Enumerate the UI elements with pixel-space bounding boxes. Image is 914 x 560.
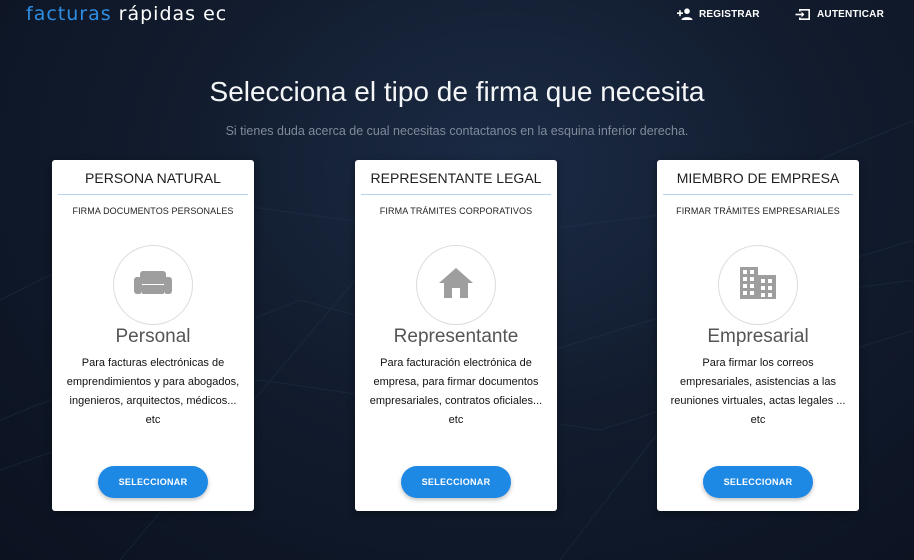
select-button-persona-natural[interactable]: SELECCIONAR bbox=[98, 466, 208, 498]
card-title: PERSONA NATURAL bbox=[58, 170, 248, 195]
page-subtitle: Si tienes duda acerca de cual necesitas … bbox=[225, 124, 689, 138]
card-icon-circle bbox=[718, 245, 798, 325]
card-subtitle: FIRMAR TRÁMITES EMPRESARIALES bbox=[676, 206, 840, 216]
brand-logo[interactable]: facturas rápidas ec bbox=[26, 3, 227, 25]
register-link[interactable]: REGISTRAR bbox=[677, 8, 760, 20]
card-description: Para firmar los correos empresariales, a… bbox=[670, 357, 846, 426]
card-title: REPRESENTANTE LEGAL bbox=[361, 170, 551, 195]
signature-card-persona-natural: PERSONA NATURAL FIRMA DOCUMENTOS PERSONA… bbox=[52, 160, 254, 511]
login-icon bbox=[795, 8, 811, 21]
sofa-icon bbox=[134, 269, 172, 302]
signature-card-miembro-empresa: MIEMBRO DE EMPRESA FIRMAR TRÁMITES EMPRE… bbox=[657, 160, 859, 511]
login-label: AUTENTICAR bbox=[817, 9, 884, 20]
card-type-label: Representante bbox=[393, 326, 519, 347]
card-icon-circle bbox=[113, 245, 193, 325]
page-title: Selecciona el tipo de firma que necesita bbox=[209, 76, 705, 107]
signature-card-representante-legal: REPRESENTANTE LEGAL FIRMA TRÁMITES CORPO… bbox=[355, 160, 557, 511]
register-label: REGISTRAR bbox=[699, 8, 760, 20]
card-description: Para facturación electrónica de empresa,… bbox=[369, 357, 543, 426]
card-type-label: Empresarial bbox=[707, 326, 809, 347]
logo-text-secondary: rápidas ec bbox=[111, 3, 228, 25]
top-navbar: facturas rápidas ec REGISTRAR AUTENTICAR bbox=[0, 0, 914, 34]
card-subtitle: FIRMA DOCUMENTOS PERSONALES bbox=[72, 206, 234, 216]
card-subtitle: FIRMA TRÁMITES CORPORATIVOS bbox=[379, 206, 533, 216]
select-button-miembro-empresa[interactable]: SELECCIONAR bbox=[703, 466, 813, 498]
building-icon bbox=[740, 266, 776, 304]
card-title: MIEMBRO DE EMPRESA bbox=[663, 170, 853, 195]
card-type-label: Personal bbox=[115, 326, 191, 347]
login-link[interactable]: AUTENTICAR bbox=[795, 8, 884, 21]
select-button-representante-legal[interactable]: SELECCIONAR bbox=[401, 466, 511, 498]
home-icon bbox=[438, 267, 474, 304]
card-icon-circle bbox=[416, 245, 496, 325]
logo-text-primary: facturas bbox=[26, 3, 112, 25]
card-description: Para facturas electrónicas de emprendimi… bbox=[66, 357, 240, 426]
add-person-icon bbox=[677, 8, 693, 20]
